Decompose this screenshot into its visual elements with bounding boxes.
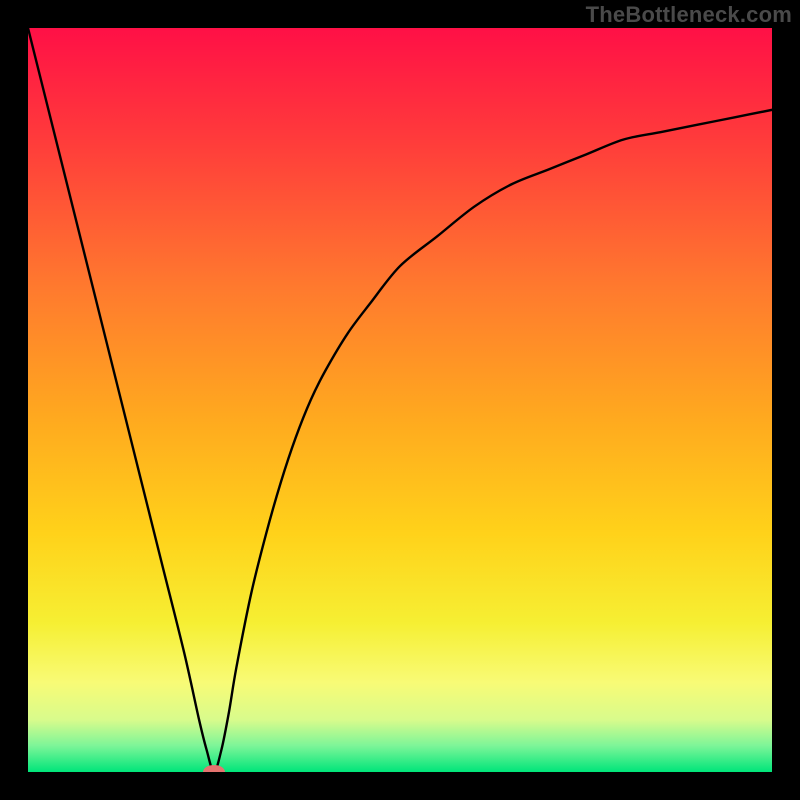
chart-svg — [28, 28, 772, 772]
watermark-text: TheBottleneck.com — [586, 2, 792, 28]
gradient-background — [28, 28, 772, 772]
plot-area — [28, 28, 772, 772]
chart-frame: TheBottleneck.com — [0, 0, 800, 800]
